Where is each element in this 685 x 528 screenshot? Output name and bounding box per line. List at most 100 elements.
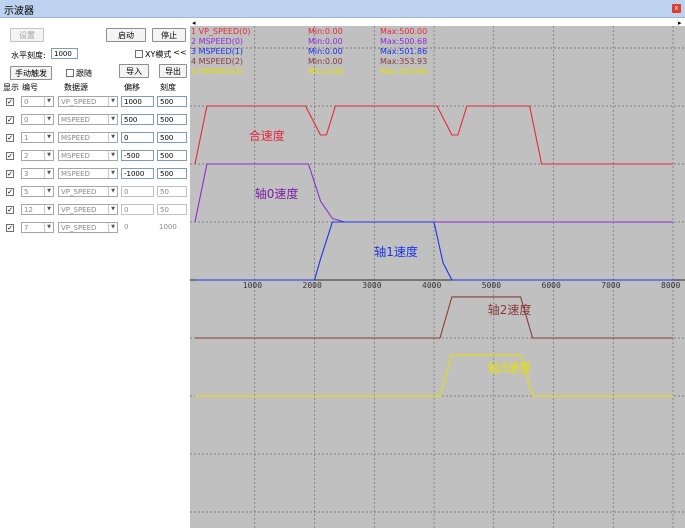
- series-annotation: 轴1速度: [374, 244, 418, 259]
- scale-input[interactable]: 500: [157, 168, 187, 179]
- series-annotation: 合速度: [249, 128, 285, 143]
- channel-id-combo[interactable]: 5 ▼: [21, 186, 54, 197]
- control-panel: 设置 启动 停止 水平刻度: 1000 XY模式 << 手动触发 跟随 导入 导…: [0, 18, 190, 528]
- data-source-combo[interactable]: MSPEED ▼: [58, 132, 118, 143]
- header-source: 数据源: [64, 83, 88, 92]
- manual-trigger-button[interactable]: 手动触发: [10, 66, 52, 80]
- show-checkbox[interactable]: ✓: [6, 152, 14, 160]
- window-titlebar: 示波器 x: [0, 0, 685, 18]
- series-annotation: 轴3速度: [488, 360, 532, 375]
- legend-max: Max:500.68: [380, 37, 427, 46]
- legend-name: 1 VP_SPEED(0): [191, 27, 250, 36]
- window-title: 示波器: [4, 6, 34, 17]
- data-source-combo[interactable]: MSPEED ▼: [58, 150, 118, 161]
- chevron-down-icon: ▼: [108, 169, 117, 178]
- start-button[interactable]: 启动: [106, 28, 146, 42]
- scale-input[interactable]: 500: [157, 96, 187, 107]
- x-tick-label: 8000: [661, 281, 680, 290]
- legend-name: 4 MSPEED(2): [191, 57, 243, 66]
- legend-max: Max:501.86: [380, 47, 427, 56]
- follow-checkbox[interactable]: [66, 69, 74, 77]
- offset-input[interactable]: 0: [121, 132, 154, 143]
- x-tick-label: 6000: [542, 281, 561, 290]
- xy-mode-checkbox[interactable]: [135, 50, 143, 58]
- chevron-down-icon: ▼: [44, 97, 53, 106]
- legend-name: 3 MSPEED(1): [191, 47, 243, 56]
- data-source-combo[interactable]: VP_SPEED ▼: [58, 222, 118, 233]
- show-checkbox[interactable]: ✓: [6, 134, 14, 142]
- export-button[interactable]: 导出: [159, 64, 187, 78]
- header-scale: 刻度: [160, 83, 176, 92]
- settings-button[interactable]: 设置: [10, 28, 44, 42]
- scale-input[interactable]: 500: [157, 114, 187, 125]
- x-tick-label: 5000: [482, 281, 501, 290]
- data-source-combo[interactable]: MSPEED ▼: [58, 114, 118, 125]
- data-source-combo[interactable]: VP_SPEED ▼: [58, 96, 118, 107]
- plot-svg: ◂ ▸ 1000 2000 3000 4000 5000 6000 7000 8000 合速度轴0速…: [190, 18, 685, 528]
- legend-min: Min:0.00: [308, 67, 343, 76]
- offset-input[interactable]: 500: [121, 114, 154, 125]
- legend-name: 2 MSPEED(0): [191, 37, 243, 46]
- show-checkbox[interactable]: ✓: [6, 188, 14, 196]
- hscale-input[interactable]: 1000: [51, 48, 78, 59]
- scale-value: 1000: [159, 223, 177, 231]
- xy-mode-label: XY模式: [145, 50, 172, 59]
- scale-input[interactable]: 50: [157, 186, 187, 197]
- offset-input[interactable]: -500: [121, 150, 154, 161]
- data-source-combo[interactable]: VP_SPEED ▼: [58, 186, 118, 197]
- data-source-combo[interactable]: VP_SPEED ▼: [58, 204, 118, 215]
- scale-input[interactable]: 500: [157, 132, 187, 143]
- legend-min: Min:0.00: [308, 47, 343, 56]
- scale-input[interactable]: 50: [157, 204, 187, 215]
- show-checkbox[interactable]: ✓: [6, 224, 14, 232]
- x-tick-label: 4000: [422, 281, 441, 290]
- scroll-left-icon[interactable]: ◂: [192, 19, 196, 27]
- scale-input[interactable]: 500: [157, 150, 187, 161]
- legend-max: Max:500.00: [380, 27, 427, 36]
- scroll-right-icon[interactable]: ▸: [678, 19, 682, 27]
- channel-id-combo[interactable]: 0 ▼: [21, 96, 54, 107]
- legend-min: Min:0.00: [308, 57, 343, 66]
- offset-input[interactable]: 0: [121, 204, 154, 215]
- channel-id-combo[interactable]: 0 ▼: [21, 114, 54, 125]
- x-tick-label: 2000: [303, 281, 322, 290]
- chevron-down-icon: ▼: [108, 151, 117, 160]
- chevron-down-icon: ▼: [44, 133, 53, 142]
- chevron-down-icon: ▼: [108, 223, 117, 232]
- legend-name: 5 MSPEED(3): [191, 67, 243, 76]
- offset-input[interactable]: -1000: [121, 168, 154, 179]
- chevron-down-icon: ▼: [44, 223, 53, 232]
- follow-label: 跟随: [76, 69, 92, 78]
- scroll-strip[interactable]: [190, 18, 685, 26]
- chevron-down-icon: ▼: [108, 205, 117, 214]
- channel-id-combo[interactable]: 1 ▼: [21, 132, 54, 143]
- hscale-label: 水平刻度:: [11, 51, 46, 60]
- data-source-combo[interactable]: MSPEED ▼: [58, 168, 118, 179]
- channel-id-combo[interactable]: 2 ▼: [21, 150, 54, 161]
- channel-id-combo[interactable]: 12 ▼: [21, 204, 54, 215]
- chevron-down-icon: ▼: [108, 187, 117, 196]
- show-checkbox[interactable]: ✓: [6, 98, 14, 106]
- offset-value: 0: [124, 223, 129, 231]
- show-checkbox[interactable]: ✓: [6, 170, 14, 178]
- show-checkbox[interactable]: ✓: [6, 206, 14, 214]
- chevron-down-icon: ▼: [44, 115, 53, 124]
- channel-id-combo[interactable]: 3 ▼: [21, 168, 54, 179]
- offset-input[interactable]: 0: [121, 186, 154, 197]
- oscilloscope-plot[interactable]: ◂ ▸ 1000 2000 3000 4000 5000 6000 7000 8000 合速度 轴0速…: [190, 18, 685, 528]
- chevron-down-icon: ▼: [44, 187, 53, 196]
- collapse-panel-button[interactable]: <<: [173, 47, 187, 59]
- stop-button[interactable]: 停止: [152, 28, 186, 42]
- close-icon[interactable]: x: [672, 4, 681, 13]
- show-checkbox[interactable]: ✓: [6, 116, 14, 124]
- chevron-down-icon: ▼: [44, 151, 53, 160]
- import-button[interactable]: 导入: [119, 64, 149, 78]
- channel-id-combo[interactable]: 7 ▼: [21, 222, 54, 233]
- legend-min: Min:0.00: [308, 27, 343, 36]
- legend-max: Max:353.93: [380, 57, 427, 66]
- series-annotation: 轴2速度: [488, 302, 532, 317]
- legend-max: Max:353.96: [380, 67, 427, 76]
- x-tick-label: 3000: [362, 281, 381, 290]
- header-offset: 偏移: [124, 83, 140, 92]
- offset-input[interactable]: 1000: [121, 96, 154, 107]
